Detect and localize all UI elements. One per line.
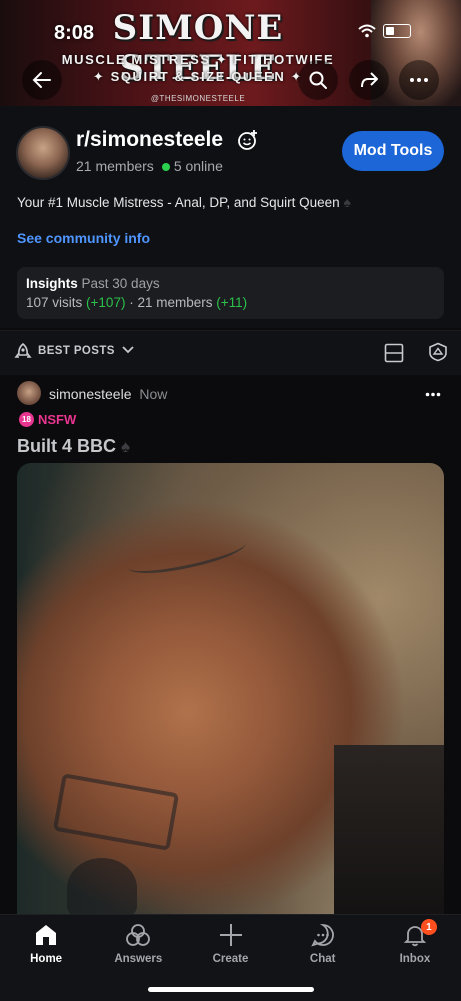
nav-inbox-label: Inbox <box>399 953 431 965</box>
search-icon <box>309 71 327 89</box>
inbox-badge: 1 <box>420 919 437 935</box>
nav-chat-label: Chat <box>309 953 336 965</box>
insights-title: Insights <box>26 276 78 291</box>
post-title-text: Built 4 BBC <box>17 436 116 456</box>
share-button[interactable] <box>349 60 389 100</box>
image-shadow-area <box>334 745 444 915</box>
post-author-avatar[interactable] <box>17 381 41 405</box>
spade-icon: ♠ <box>343 194 351 210</box>
post-author[interactable]: simonesteele <box>49 386 132 402</box>
community-banner: SIMONE STEELE MUSCLE MISTRESS ✦ FIT HOTW… <box>0 0 461 106</box>
home-indicator <box>148 987 314 992</box>
image-tattoo-lettering <box>52 773 180 851</box>
post-title[interactable]: Built 4 BBC ♠ <box>17 436 130 457</box>
more-icon <box>425 392 441 397</box>
status-time: 8:08 <box>54 22 95 44</box>
post-time: Now <box>139 386 168 402</box>
more-icon <box>410 78 428 82</box>
view-layout-icon[interactable] <box>384 343 404 363</box>
home-icon <box>36 925 57 945</box>
more-options-button[interactable] <box>399 60 439 100</box>
spade-icon: ♠ <box>121 437 131 456</box>
community-name: r/simonesteele <box>76 128 224 151</box>
wifi-icon <box>358 24 376 38</box>
image-tattoo-spade <box>67 858 137 915</box>
insights-period: Past 30 days <box>81 276 160 291</box>
chevron-down-icon <box>122 346 135 354</box>
member-count: 21 members 5 online <box>76 158 223 174</box>
nav-home[interactable]: Home <box>0 915 92 1001</box>
rocket-icon <box>14 342 32 358</box>
post-image[interactable] <box>17 463 444 915</box>
insights-visits: 107 visits <box>26 295 83 310</box>
see-community-info-link[interactable]: See community info <box>17 230 150 246</box>
plus-icon <box>219 924 242 946</box>
mod-shield-icon[interactable] <box>428 342 448 362</box>
post-more-button[interactable] <box>425 381 441 402</box>
share-icon <box>361 72 378 88</box>
post-card[interactable]: simonesteele Now 18 NSFW Built 4 BBC ♠ <box>0 375 461 915</box>
search-button[interactable] <box>298 60 338 100</box>
nav-answers-label: Answers <box>114 953 163 965</box>
insights-members-delta: (+11) <box>216 295 248 310</box>
insights-separator: · <box>129 295 134 310</box>
battery-icon <box>383 24 411 38</box>
chat-icon <box>310 924 334 947</box>
community-description: Your #1 Muscle Mistress - Anal, DP, and … <box>17 194 351 210</box>
back-button[interactable] <box>22 60 62 100</box>
nav-home-label: Home <box>30 953 63 965</box>
community-avatar[interactable] <box>16 126 70 180</box>
insights-visits-delta: (+107) <box>86 295 126 310</box>
insights-card[interactable]: Insights Past 30 days 107 visits (+107) … <box>17 267 444 319</box>
sort-dropdown[interactable]: BEST POSTS <box>38 345 135 357</box>
arrow-left-icon <box>32 72 51 88</box>
description-text: Your #1 Muscle Mistress - Anal, DP, and … <box>17 195 340 210</box>
nav-inbox[interactable]: 1 Inbox <box>369 915 461 1001</box>
status-icons <box>358 24 411 38</box>
nav-create-label: Create <box>212 953 249 965</box>
sort-bar: BEST POSTS <box>0 330 461 375</box>
nsfw-18-icon: 18 <box>19 412 34 427</box>
nsfw-tag: 18 NSFW <box>19 412 76 427</box>
banner-handle: @THESIMONESTEELE <box>150 94 246 103</box>
post-meta: simonesteele Now <box>49 386 167 402</box>
mod-tools-button[interactable]: Mod Tools <box>342 131 444 171</box>
answers-icon <box>126 924 151 946</box>
sort-label-text: BEST POSTS <box>38 345 115 357</box>
members-text: 21 members <box>76 158 154 174</box>
image-tattoo-script <box>125 530 249 581</box>
online-dot <box>161 162 170 171</box>
nsfw-label: NSFW <box>38 412 77 427</box>
smiley-add-icon[interactable] <box>237 129 259 151</box>
insights-members: 21 members <box>137 295 213 310</box>
community-header: r/simonesteele 21 members 5 online Mod To… <box>0 106 461 328</box>
online-text: 5 online <box>173 158 223 174</box>
